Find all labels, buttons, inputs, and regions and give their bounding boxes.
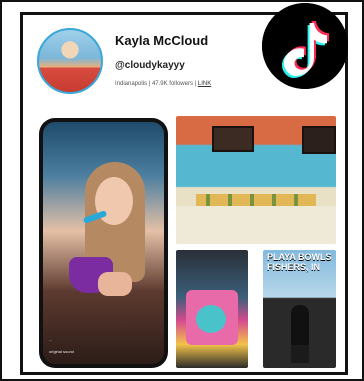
photo-tile-mural[interactable] bbox=[176, 250, 248, 368]
photo-tile-storefront[interactable]: PLAYA BOWLS FISHERS, IN bbox=[263, 250, 336, 368]
profile-followers: 47.9K followers bbox=[151, 81, 193, 87]
profile-handle: @cloudykayyy bbox=[115, 60, 185, 71]
counter bbox=[176, 206, 336, 244]
phone-mockup[interactable]: ... original sound bbox=[39, 118, 168, 368]
profile-meta: Indianapolis | 47.9K followers | LINK bbox=[115, 81, 211, 87]
tiktok-logo-icon bbox=[262, 3, 348, 89]
profile-card: Kayla McCloud @cloudykayyy Indianapolis … bbox=[20, 3, 348, 375]
photo-tile-store[interactable] bbox=[176, 116, 336, 244]
profile-link[interactable]: LINK bbox=[198, 81, 211, 87]
video-caption: ... bbox=[49, 337, 53, 342]
storefront-sign: PLAYA BOWLS FISHERS, IN bbox=[267, 252, 332, 272]
person-hand bbox=[98, 272, 132, 296]
menu-board-left bbox=[212, 126, 254, 152]
profile-location: Indianapolis bbox=[115, 81, 148, 87]
person-legs bbox=[291, 345, 309, 363]
phone-video-preview[interactable]: ... original sound bbox=[43, 122, 164, 364]
video-sound: original sound bbox=[49, 349, 74, 354]
avatar[interactable] bbox=[37, 28, 103, 94]
profile-name: Kayla McCloud bbox=[115, 33, 209, 48]
tiktok-logo-circle bbox=[262, 3, 348, 89]
screenshot-frame: Kayla McCloud @cloudykayyy Indianapolis … bbox=[0, 0, 364, 381]
tiktok-logo-svg bbox=[262, 3, 348, 89]
menu-board-right bbox=[302, 126, 336, 154]
mural-circle bbox=[196, 305, 226, 333]
